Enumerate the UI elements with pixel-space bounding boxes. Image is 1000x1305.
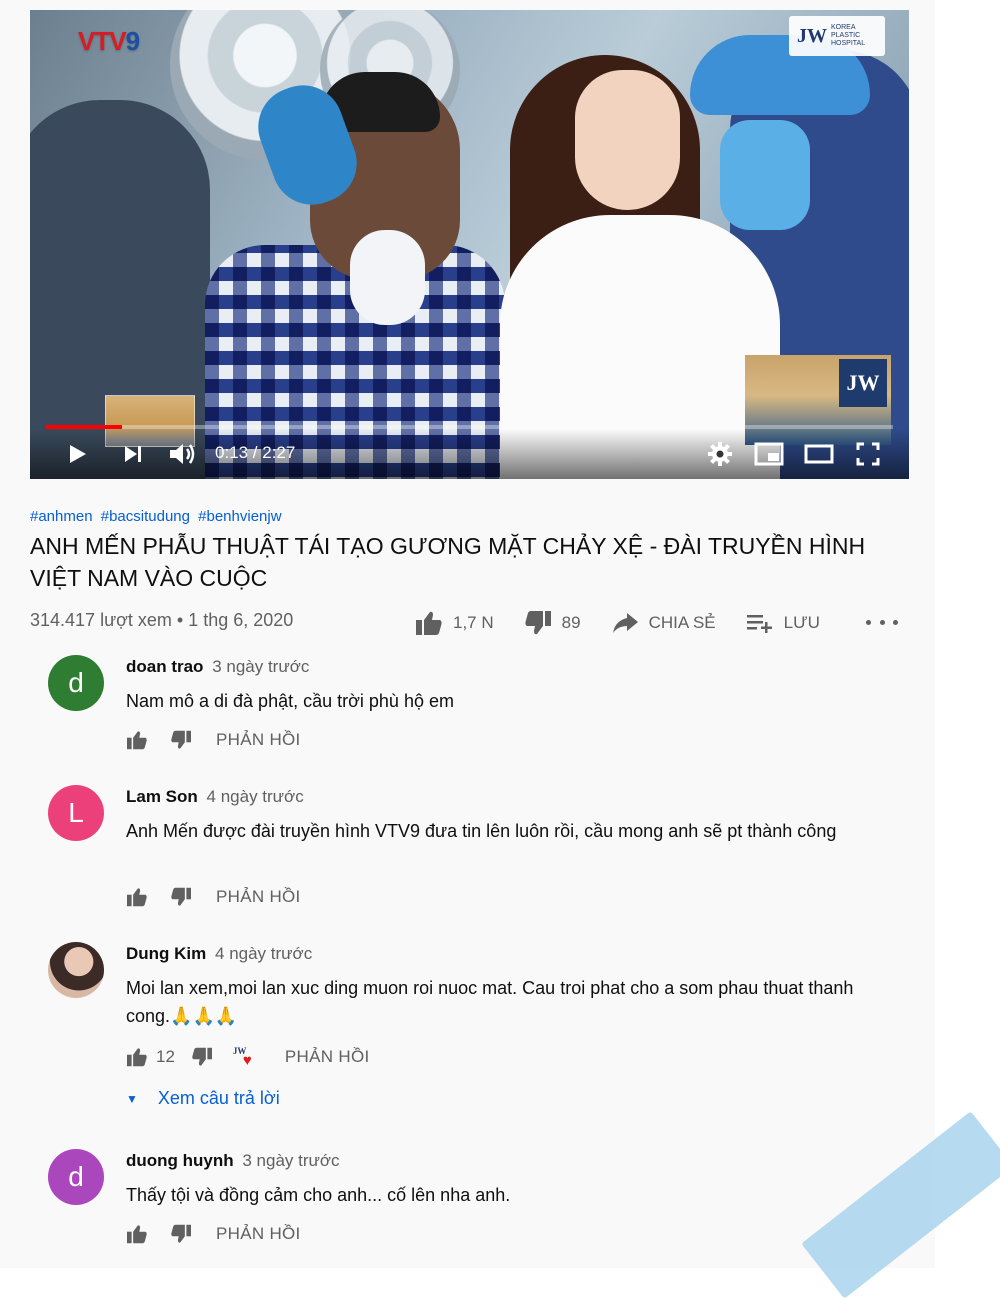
thumbs-up-icon[interactable] [126, 887, 148, 907]
caret-down-icon: ▼ [126, 1091, 138, 1106]
avatar[interactable]: d [48, 1149, 104, 1205]
page-card: JW VTV9 JW KOREA PLASTIC HOSPITAL 0:13 /… [0, 0, 935, 1268]
video-player[interactable]: JW VTV9 JW KOREA PLASTIC HOSPITAL 0:13 /… [30, 10, 909, 479]
comment-header: duong huynh 3 ngày trước [126, 1151, 340, 1171]
comment-text: Moi lan xem,moi lan xuc ding muon roi nu… [126, 978, 854, 1026]
gear-icon [708, 442, 732, 466]
hashtags: #anhmen #bacsitudung #benhvienjw [30, 508, 286, 525]
comment-actions: PHẢN HỒI [126, 725, 301, 755]
video-title: ANH MẾN PHẪU THUẬT TÁI TẠO GƯƠNG MẶT CHẢ… [30, 533, 866, 591]
thumbs-down-icon[interactable] [170, 730, 192, 750]
hashtag-link[interactable]: #benhvienjw [198, 508, 281, 525]
avatar[interactable]: L [48, 785, 104, 841]
reply-button[interactable]: PHẢN HỒI [216, 1224, 301, 1244]
play-button[interactable] [62, 439, 92, 469]
player-controls: 0:13 / 2:27 [30, 429, 909, 479]
hashtag-link[interactable]: #anhmen [30, 508, 93, 525]
thumbs-up-icon[interactable] [126, 730, 148, 750]
comment-author[interactable]: doan trao [126, 657, 203, 676]
playlist-add-icon [746, 615, 772, 633]
video-actions: 1,7 N 89 CHIA SẺ LƯU [415, 606, 850, 640]
comment-author[interactable]: Lam Son [126, 787, 198, 806]
miniplayer-button[interactable] [752, 439, 786, 469]
reply-button[interactable]: PHẢN HỒI [216, 730, 301, 750]
reply-button[interactable]: PHẢN HỒI [216, 887, 301, 907]
hashtag-link[interactable]: #bacsitudung [101, 508, 190, 525]
thumbs-down-icon[interactable] [170, 1224, 192, 1244]
comment-actions: 12 JW ♥ PHẢN HỒI [126, 1042, 370, 1072]
thumbs-up-icon[interactable] [126, 1224, 148, 1244]
comment-text: Thấy tội và đồng cảm cho anh... cố lên n… [126, 1185, 511, 1205]
share-button[interactable]: CHIA SẺ [611, 612, 716, 634]
avatar[interactable] [48, 942, 104, 998]
theater-icon [804, 444, 834, 464]
next-button[interactable] [118, 439, 148, 469]
volume-icon [170, 444, 195, 464]
comment-time[interactable]: 3 ngày trước [242, 1151, 339, 1170]
dislike-button[interactable]: 89 [524, 610, 581, 636]
theater-mode-button[interactable] [802, 439, 836, 469]
comment-time[interactable]: 3 ngày trước [212, 657, 309, 676]
miniplayer-icon [754, 442, 784, 466]
comment-text: Anh Mến được đài truyền hình VTV9 đưa ti… [126, 821, 837, 841]
play-icon [70, 445, 86, 463]
save-button[interactable]: LƯU [746, 612, 820, 634]
view-count-date: 314.417 lượt xem • 1 thg 6, 2020 [30, 610, 294, 630]
comment-header: Lam Son 4 ngày trước [126, 787, 304, 807]
volume-button[interactable] [166, 439, 198, 469]
comment-header: doan trao 3 ngày trước [126, 657, 309, 677]
comment-actions: PHẢN HỒI [126, 1219, 301, 1249]
like-count: 12 [156, 1047, 175, 1066]
settings-button[interactable] [704, 439, 736, 469]
like-button[interactable]: 1,7 N [415, 610, 494, 636]
more-icon [866, 619, 871, 625]
comment-author[interactable]: Dung Kim [126, 944, 206, 963]
heart-icon: ♥ [242, 1052, 252, 1069]
creator-heart-badge: JW ♥ [232, 1046, 252, 1069]
reply-button[interactable]: PHẢN HỒI [285, 1047, 370, 1067]
comment-text: Nam mô a di đà phật, cầu trời phù hộ em [126, 691, 454, 711]
next-icon [125, 446, 141, 462]
comment-author[interactable]: duong huynh [126, 1151, 234, 1170]
hospital-logo: JW KOREA PLASTIC HOSPITAL [789, 16, 885, 56]
thumbs-down-icon[interactable] [191, 1047, 213, 1067]
comment-actions: PHẢN HỒI [126, 882, 301, 912]
thumbs-down-icon[interactable] [170, 887, 192, 907]
thumbs-down-icon [525, 611, 551, 635]
channel-logo: VTV9 [78, 26, 140, 56]
time-display: 0:13 / 2:27 [215, 443, 296, 462]
thumbs-up-icon [416, 611, 442, 635]
comment-time[interactable]: 4 ngày trước [207, 787, 304, 806]
comment-time[interactable]: 4 ngày trước [215, 944, 312, 963]
video-frame: JW [30, 10, 909, 479]
more-actions-button[interactable] [866, 612, 898, 632]
view-replies-button[interactable]: ▼ Xem câu trả lời [126, 1088, 280, 1109]
share-icon [612, 613, 638, 633]
fullscreen-icon [856, 442, 880, 466]
thumbs-up-icon[interactable] [126, 1047, 148, 1067]
avatar[interactable]: d [48, 655, 104, 711]
fullscreen-button[interactable] [852, 439, 884, 469]
comment-header: Dung Kim 4 ngày trước [126, 944, 312, 964]
